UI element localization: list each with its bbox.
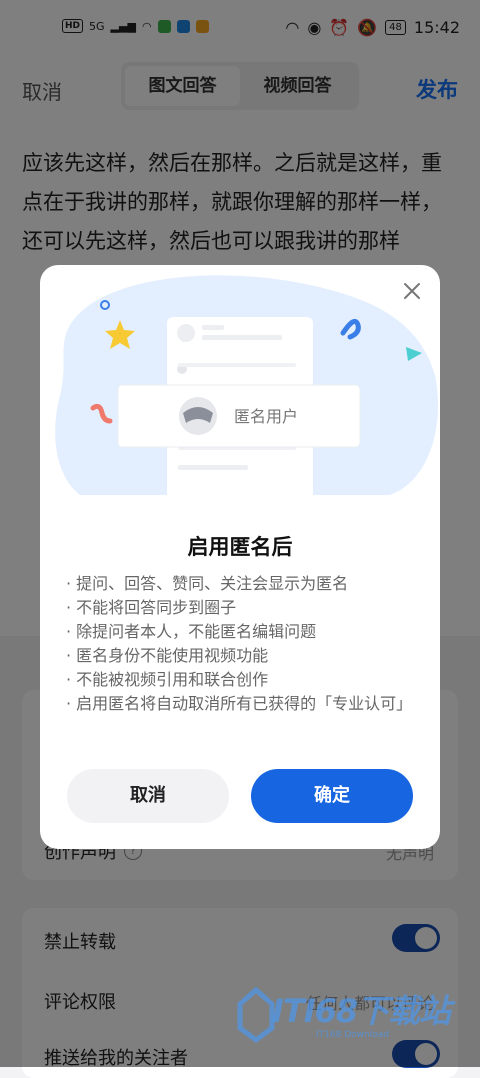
watermark: ITI68下载站 IT168 Download <box>236 980 476 1050</box>
close-icon[interactable] <box>400 279 424 303</box>
rule-item: 不能被视频引用和联合创作 <box>66 668 416 692</box>
anonymous-illustration: 匿名用户 <box>55 275 439 505</box>
anonymous-rules-list: 提问、回答、赞同、关注会显示为匿名 不能将回答同步到圈子 除提问者本人，不能匿名… <box>66 572 416 716</box>
rule-item: 匿名身份不能使用视频功能 <box>66 644 416 668</box>
dialog-cancel-button[interactable]: 取消 <box>67 769 229 823</box>
dialog-title: 启用匿名后 <box>187 535 293 559</box>
dialog-confirm-button[interactable]: 确定 <box>251 769 413 823</box>
rule-item: 启用匿名将自动取消所有已获得的「专业认可」 <box>66 692 416 716</box>
rule-item: 除提问者本人，不能匿名编辑问题 <box>66 620 416 644</box>
rule-item: 不能将回答同步到圈子 <box>66 596 416 620</box>
rule-item: 提问、回答、赞同、关注会显示为匿名 <box>66 572 416 596</box>
watermark-text: ITI68下载站 <box>272 992 451 1030</box>
anonymous-dialog: 匿名用户 启用匿名后 提问、回答、赞同、关注会显示为匿名 不能将回答同步到圈子 … <box>40 265 440 849</box>
watermark-logo <box>237 986 275 1044</box>
watermark-sub: IT168 Download <box>316 1030 389 1040</box>
anonymous-user-label: 匿名用户 <box>234 408 298 426</box>
